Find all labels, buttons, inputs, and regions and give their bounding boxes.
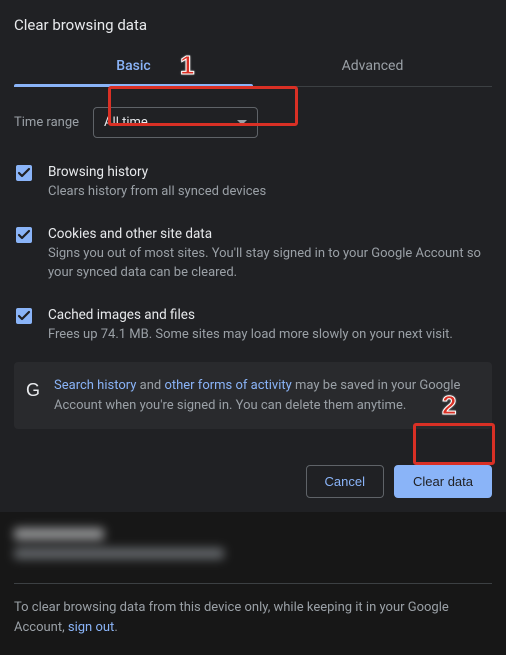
info-text: Search history and other forms of activi… (54, 376, 480, 415)
option-browsing-history: Browsing history Clears history from all… (14, 152, 492, 214)
google-icon: G (26, 377, 40, 404)
clear-data-button[interactable]: Clear data (394, 465, 492, 498)
sign-out-link[interactable]: sign out (68, 620, 114, 635)
option-title: Browsing history (48, 164, 266, 180)
chevron-down-icon (237, 120, 247, 125)
checkbox-cache[interactable] (16, 308, 32, 324)
option-desc: Signs you out of most sites. You'll stay… (48, 245, 490, 283)
time-range-label: Time range (14, 115, 79, 130)
account-info-blurred (14, 528, 492, 559)
option-title: Cached images and files (48, 307, 453, 323)
option-cookies: Cookies and other site data Signs you ou… (14, 214, 492, 295)
checkbox-browsing-history[interactable] (16, 165, 32, 181)
checkbox-cookies[interactable] (16, 227, 32, 243)
tab-advanced[interactable]: Advanced (253, 48, 492, 86)
divider (14, 583, 492, 584)
option-desc: Clears history from all synced devices (48, 183, 266, 202)
option-cache: Cached images and files Frees up 74.1 MB… (14, 295, 492, 357)
search-history-link[interactable]: Search history (54, 378, 136, 393)
time-range-value: All time (104, 115, 148, 130)
tab-basic[interactable]: Basic (14, 48, 253, 86)
option-title: Cookies and other site data (48, 226, 490, 242)
info-box: G Search history and other forms of acti… (14, 362, 492, 429)
dialog-title: Clear browsing data (14, 16, 492, 34)
option-desc: Frees up 74.1 MB. Some sites may load mo… (48, 326, 453, 345)
tabs: Basic Advanced (14, 48, 492, 87)
time-range-select[interactable]: All time (93, 107, 258, 138)
cancel-button[interactable]: Cancel (306, 465, 384, 498)
footer-note: To clear browsing data from this device … (14, 598, 492, 651)
other-activity-link[interactable]: other forms of activity (164, 378, 291, 393)
